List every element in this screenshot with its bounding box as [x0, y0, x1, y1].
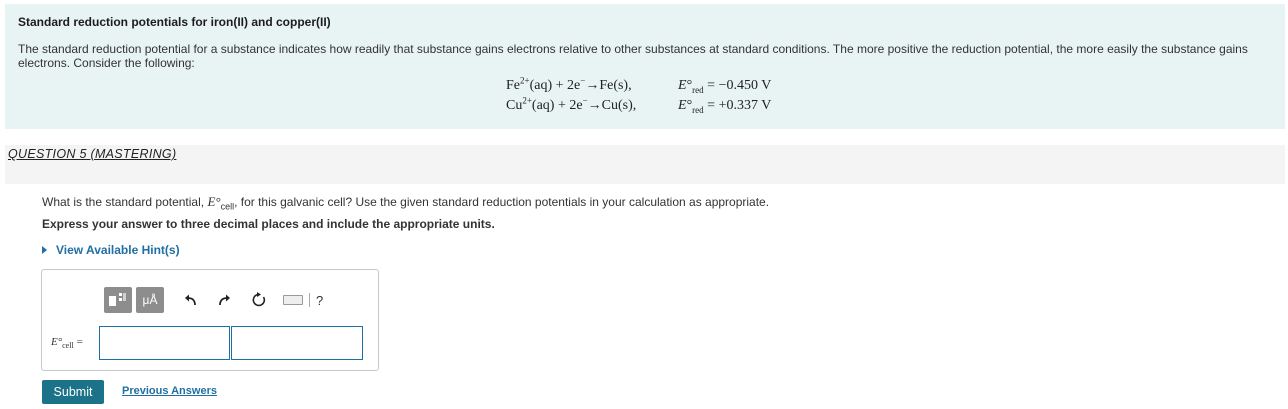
equation-copper-reaction: Cu2+(aq) + 2e−→Cu(s), — [506, 95, 637, 113]
question-title: QUESTION 5 (MASTERING) — [8, 147, 177, 161]
intro-title: Standard reduction potentials for iron(I… — [18, 15, 331, 29]
question-header: QUESTION 5 (MASTERING) — [5, 145, 1285, 184]
units-button[interactable]: μÅ — [136, 287, 164, 313]
templates-icon — [109, 293, 126, 306]
units-input[interactable] — [231, 326, 363, 360]
question-prompt: What is the standard potential, E°cell, … — [42, 194, 770, 212]
equation-row-iron: Fe2+(aq) + 2e−→Fe(s), E°red = −0.450 V — [506, 76, 771, 96]
expand-triangle-icon — [42, 246, 47, 254]
help-button[interactable]: ? — [316, 293, 323, 308]
redo-icon[interactable] — [217, 293, 231, 307]
view-hints-link[interactable]: View Available Hint(s) — [42, 243, 180, 257]
answer-toolbar: μÅ ? — [104, 287, 323, 313]
value-input[interactable] — [99, 326, 230, 360]
templates-button[interactable] — [104, 287, 132, 313]
equation-iron-potential: E°red = −0.450 V — [678, 77, 772, 95]
submit-button[interactable]: Submit — [42, 380, 104, 404]
keyboard-icon[interactable] — [283, 295, 303, 305]
ecell-label: E°cell = — [51, 336, 83, 351]
equation-row-copper: Cu2+(aq) + 2e−→Cu(s), E°red = +0.337 V — [506, 96, 771, 116]
reset-icon[interactable] — [251, 292, 267, 308]
equation-copper-potential: E°red = +0.337 V — [678, 97, 772, 115]
question-instruction: Express your answer to three decimal pla… — [42, 217, 495, 231]
previous-answers-link[interactable]: Previous Answers — [122, 385, 217, 397]
undo-icon[interactable] — [184, 293, 198, 307]
equation-iron-reaction: Fe2+(aq) + 2e−→Fe(s), — [506, 75, 632, 93]
intro-text: The standard reduction potential for a s… — [18, 42, 1248, 70]
reduction-equations: Fe2+(aq) + 2e−→Fe(s), E°red = −0.450 V C… — [506, 76, 771, 116]
units-label: μÅ — [142, 293, 158, 307]
toolbar-separator — [309, 293, 310, 307]
view-hints-label: View Available Hint(s) — [56, 243, 180, 257]
answer-box: μÅ ? E°cell = — [41, 269, 379, 371]
